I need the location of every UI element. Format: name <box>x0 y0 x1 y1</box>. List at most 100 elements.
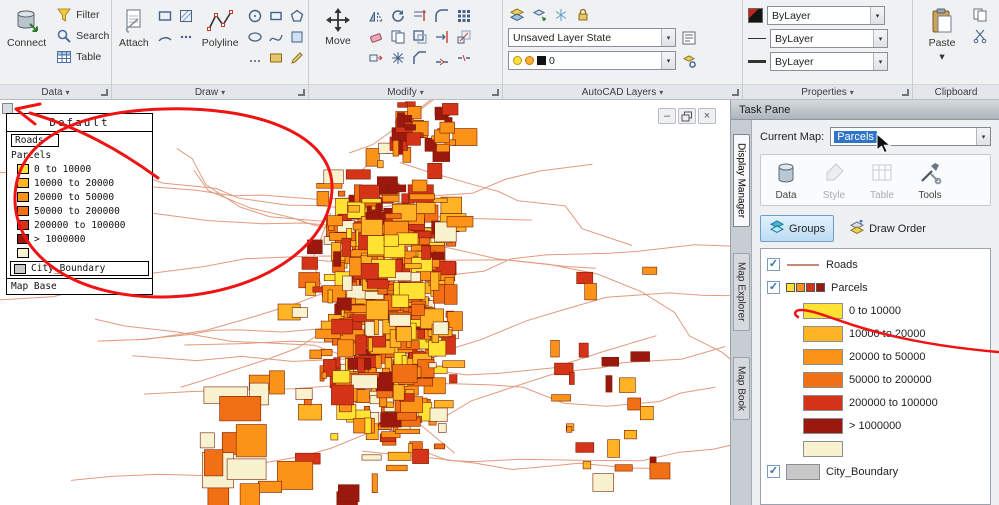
move-button[interactable]: Move <box>314 4 362 50</box>
current-layer-combo[interactable]: 0 ▾ <box>508 51 676 70</box>
tree-item-parcels[interactable]: ✓ Parcels <box>767 276 990 299</box>
linetype-icon[interactable] <box>748 38 766 39</box>
tree-legend-entry[interactable]: 10000 to 20000 <box>767 322 990 345</box>
explode-icon[interactable] <box>389 49 407 67</box>
layer-states-manager-icon[interactable] <box>680 29 698 47</box>
layer-lock-icon[interactable] <box>574 6 592 24</box>
array-icon[interactable] <box>455 7 473 25</box>
layer-isolate-icon[interactable] <box>680 52 698 70</box>
tab-display-manager[interactable]: Display Manager <box>732 134 750 228</box>
fillet-icon[interactable] <box>433 7 451 25</box>
panel-launcher-icon[interactable] <box>492 89 499 96</box>
layer-color-swatch-icon[interactable] <box>537 56 546 65</box>
taskpane-tool-tools[interactable]: Tools <box>911 161 949 201</box>
groups-button[interactable]: Groups <box>760 215 835 242</box>
cut-icon[interactable] <box>971 27 989 45</box>
scale-icon[interactable] <box>455 28 473 46</box>
chevron-down-icon[interactable]: ▾ <box>976 128 990 145</box>
break-icon[interactable] <box>455 49 473 67</box>
panel-label-properties[interactable]: Properties ▾ <box>743 84 912 99</box>
tree-legend-entry[interactable]: > 1000000 <box>767 414 990 437</box>
arc-tool-icon[interactable] <box>156 28 174 46</box>
layer-thaw-sun-icon[interactable] <box>525 56 534 65</box>
paste-button[interactable]: Paste ▾ <box>918 4 966 66</box>
drawing-area[interactable]: – × Default Roads Parcels 0 to 10000 100… <box>0 100 730 505</box>
tree-legend-entry[interactable]: 0 to 10000 <box>767 299 990 322</box>
search-button[interactable]: Search <box>53 27 112 45</box>
copy-clip-icon[interactable] <box>971 6 989 24</box>
layer-match-icon[interactable] <box>530 6 548 24</box>
gradient-tool-icon[interactable] <box>267 49 285 67</box>
panel-label-modify[interactable]: Modify ▾ <box>309 84 502 99</box>
trim-icon[interactable] <box>411 7 429 25</box>
chevron-down-icon[interactable]: ▾ <box>661 29 675 46</box>
tree-legend-entry[interactable]: 50000 to 200000 <box>767 368 990 391</box>
minimize-button[interactable]: – <box>658 108 676 124</box>
erase-icon[interactable] <box>367 28 385 46</box>
table-button[interactable]: Table <box>53 48 112 66</box>
layer-on-bulb-icon[interactable] <box>513 56 522 65</box>
restore-button[interactable] <box>678 108 696 124</box>
pencil-tool-icon[interactable] <box>288 49 306 67</box>
taskpane-tool-table[interactable]: Table <box>863 161 901 201</box>
rectangle-tool-icon[interactable] <box>156 7 174 25</box>
panel-launcher-icon[interactable] <box>298 89 305 96</box>
taskpane-tool-style[interactable]: Style <box>815 161 853 201</box>
taskpane-tool-data[interactable]: Data <box>767 161 805 201</box>
join-icon[interactable] <box>433 49 451 67</box>
layer-freeze-icon[interactable] <box>552 6 570 24</box>
stretch-icon[interactable] <box>367 49 385 67</box>
parcels-checkbox[interactable]: ✓ <box>767 281 780 294</box>
ellipse-tool-icon[interactable] <box>246 28 264 46</box>
draw-order-button[interactable]: Draw Order <box>840 215 935 242</box>
rectangle2-tool-icon[interactable] <box>267 7 285 25</box>
lineweight-combo[interactable]: ByLayer ▾ <box>770 52 888 71</box>
color-combo[interactable]: ByLayer ▾ <box>767 6 885 25</box>
chamfer-icon[interactable] <box>411 49 429 67</box>
panel-launcher-icon[interactable] <box>101 89 108 96</box>
offset-icon[interactable] <box>411 28 429 46</box>
tab-map-explorer[interactable]: Map Explorer <box>732 253 750 331</box>
tab-map-book[interactable]: Map Book <box>732 356 750 420</box>
chevron-down-icon[interactable]: ▾ <box>661 52 675 69</box>
layer-properties-icon[interactable] <box>508 6 526 24</box>
chevron-down-icon[interactable]: ▾ <box>873 30 887 47</box>
panel-label-clipboard[interactable]: Clipboard <box>913 84 999 99</box>
attach-button[interactable]: Attach <box>117 4 151 52</box>
task-pane-title[interactable]: Task Pane <box>731 100 999 120</box>
chevron-down-icon[interactable]: ▾ <box>873 53 887 70</box>
polyline-button[interactable]: Polyline <box>200 4 241 52</box>
region-tool-icon[interactable] <box>288 28 306 46</box>
city-boundary-checkbox[interactable]: ✓ <box>767 465 780 478</box>
point-tool-icon[interactable] <box>177 28 195 46</box>
tree-item-roads[interactable]: ✓ Roads <box>767 253 990 276</box>
lineweight-icon[interactable] <box>748 60 766 63</box>
panel-label-autocad-layers[interactable]: AutoCAD Layers ▾ <box>503 84 742 99</box>
tree-legend-entry[interactable] <box>767 437 990 460</box>
hatch-tool-icon[interactable] <box>177 7 195 25</box>
panel-label-draw[interactable]: Draw ▾ <box>112 84 308 99</box>
panel-launcher-icon[interactable] <box>732 89 739 96</box>
points-row-icon[interactable] <box>246 49 264 67</box>
tree-item-city-boundary[interactable]: ✓ City_Boundary <box>767 460 990 483</box>
layer-state-combo[interactable]: Unsaved Layer State ▾ <box>508 28 676 47</box>
polygon-tool-icon[interactable] <box>288 7 306 25</box>
roads-checkbox[interactable]: ✓ <box>767 258 780 271</box>
circle-tool-icon[interactable] <box>246 7 264 25</box>
current-map-combo[interactable]: Parcels ▾ <box>830 127 991 146</box>
close-button[interactable]: × <box>698 108 716 124</box>
tree-legend-entry[interactable]: 20000 to 50000 <box>767 345 990 368</box>
mirror-icon[interactable] <box>367 7 385 25</box>
panel-launcher-icon[interactable] <box>902 89 909 96</box>
chevron-down-icon[interactable]: ▾ <box>870 7 884 24</box>
panel-label-data[interactable]: Data ▾ <box>0 84 111 99</box>
tree-legend-entry[interactable]: 200000 to 100000 <box>767 391 990 414</box>
copy-tool-icon[interactable] <box>389 28 407 46</box>
linetype-combo[interactable]: ByLayer ▾ <box>770 29 888 48</box>
filter-button[interactable]: Filter <box>53 6 112 24</box>
connect-button[interactable]: Connect <box>5 4 48 52</box>
spline-tool-icon[interactable] <box>267 28 285 46</box>
object-color-icon[interactable] <box>748 8 763 23</box>
extend-icon[interactable] <box>433 28 451 46</box>
rotate-icon[interactable] <box>389 7 407 25</box>
